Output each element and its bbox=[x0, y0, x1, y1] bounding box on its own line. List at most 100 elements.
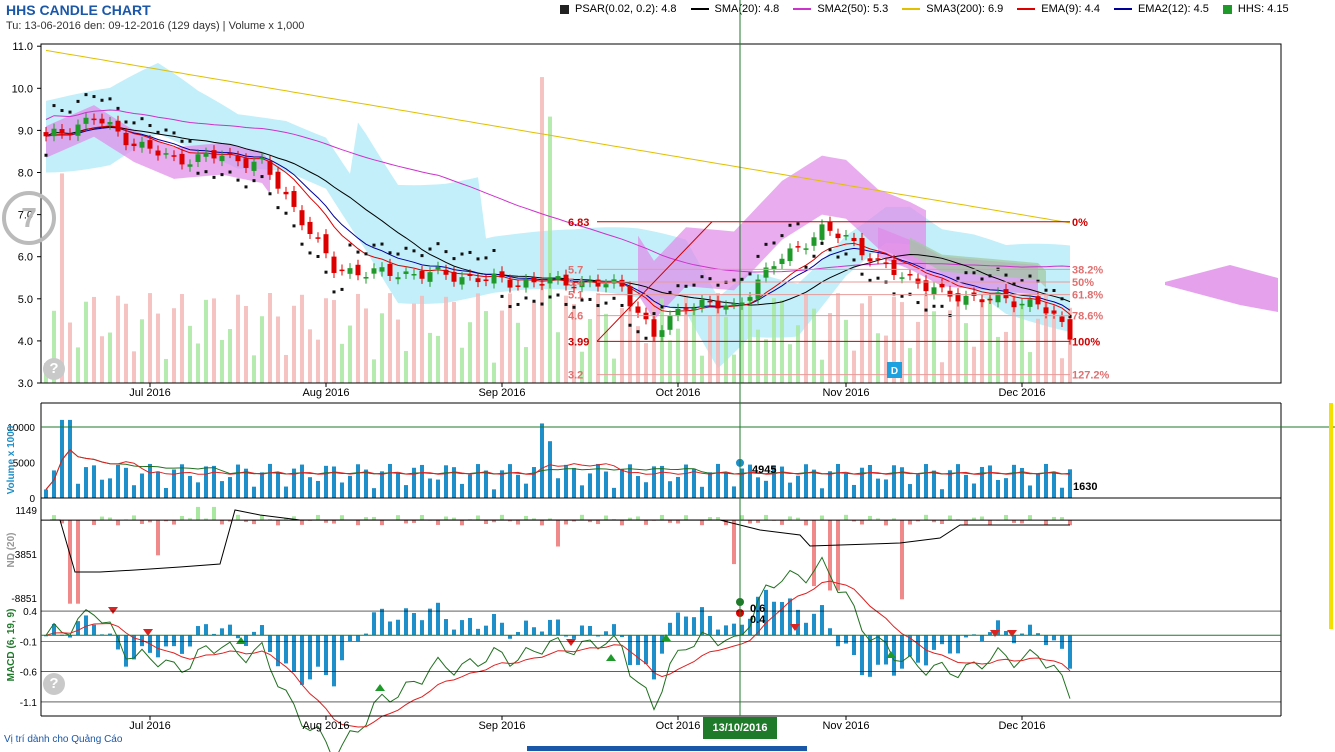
candle-body bbox=[355, 264, 361, 276]
psar-dot bbox=[796, 222, 800, 226]
psar-dot bbox=[804, 265, 808, 269]
macd-histogram-bar bbox=[724, 625, 728, 636]
candle-body bbox=[187, 164, 193, 167]
psar-dot bbox=[140, 117, 144, 121]
candle-body bbox=[843, 235, 849, 237]
volume-bar bbox=[492, 489, 496, 498]
month-label: Oct 2016 bbox=[656, 387, 701, 399]
candle-body bbox=[467, 274, 473, 276]
candle-body bbox=[619, 279, 625, 287]
volume-bar-bg bbox=[556, 332, 560, 383]
candle-body bbox=[291, 191, 297, 207]
psar-dot bbox=[316, 254, 320, 258]
macd-histogram-bar bbox=[572, 635, 576, 639]
psar-dot bbox=[588, 297, 592, 301]
candle-body bbox=[59, 129, 65, 134]
macd-histogram-bar bbox=[380, 608, 384, 636]
volume-bar-bg bbox=[156, 313, 160, 383]
candle-body bbox=[811, 237, 817, 246]
macd-tick-label: -0.6 bbox=[20, 668, 38, 679]
volume-bar bbox=[156, 471, 160, 498]
volume-bar bbox=[876, 478, 880, 498]
candle-body bbox=[795, 246, 801, 248]
candle-body bbox=[731, 303, 737, 305]
psar-dot bbox=[372, 243, 376, 247]
volume-bar bbox=[404, 485, 408, 498]
nd-bar bbox=[924, 514, 928, 521]
psar-dot bbox=[348, 243, 352, 247]
psar-dot bbox=[812, 254, 816, 258]
fib-price-label: 6.83 bbox=[568, 217, 589, 229]
volume-bar-bg bbox=[772, 298, 776, 383]
volume-bar bbox=[724, 472, 728, 498]
volume-bar bbox=[964, 474, 968, 498]
psar-dot bbox=[620, 303, 624, 307]
volume-bar-bg bbox=[820, 359, 824, 383]
candle-body bbox=[683, 308, 689, 310]
volume-bar bbox=[188, 475, 192, 498]
right-scroll-strip[interactable] bbox=[1329, 403, 1333, 629]
nd-bar bbox=[260, 515, 264, 521]
volume-bar-bg bbox=[196, 343, 200, 383]
volume-bar bbox=[300, 464, 304, 498]
candle-body bbox=[1019, 303, 1025, 306]
macd-histogram-bar bbox=[268, 635, 272, 653]
candle-body bbox=[43, 132, 49, 137]
help-icon[interactable]: ? bbox=[43, 673, 65, 695]
psar-dot bbox=[900, 294, 904, 298]
help-icon[interactable]: ? bbox=[43, 358, 65, 380]
volume-bar bbox=[124, 467, 128, 498]
nd-bar bbox=[1044, 520, 1048, 526]
candle-body bbox=[499, 271, 505, 278]
volume-bar bbox=[476, 464, 480, 498]
candle-body bbox=[307, 221, 313, 234]
nd-bar bbox=[564, 520, 568, 525]
macd-histogram-bar bbox=[668, 622, 672, 636]
psar-dot bbox=[972, 271, 976, 275]
macd-histogram-bar bbox=[132, 635, 136, 660]
candle-body bbox=[379, 267, 385, 272]
volume-bar bbox=[668, 481, 672, 498]
nd-bar bbox=[516, 520, 520, 525]
nd-bar bbox=[1004, 514, 1008, 521]
volume-bar-bg bbox=[836, 293, 840, 383]
volume-bar-bg bbox=[364, 308, 368, 383]
volume-bar-bg bbox=[828, 313, 832, 383]
candle-body bbox=[211, 150, 217, 159]
nd-bar bbox=[396, 515, 400, 521]
volume-bar bbox=[836, 463, 840, 498]
volume-bar-bg bbox=[476, 293, 480, 383]
psar-dot bbox=[956, 276, 960, 280]
psar-dot bbox=[476, 257, 480, 261]
volume-bar-bg bbox=[228, 329, 232, 383]
macd-histogram-bar bbox=[1068, 635, 1072, 669]
volume-bar-bg bbox=[924, 293, 928, 383]
horizontal-scrollbar[interactable] bbox=[527, 746, 807, 751]
psar-dot bbox=[460, 252, 464, 256]
volume-bar bbox=[532, 467, 536, 498]
volume-bar-bg bbox=[708, 315, 712, 383]
candle-body bbox=[1011, 301, 1017, 308]
macd-histogram-bar bbox=[548, 619, 552, 636]
volume-bar-bg bbox=[932, 311, 936, 383]
volume-bar-bg bbox=[404, 350, 408, 383]
candle-body bbox=[819, 224, 825, 240]
macd-histogram-bar bbox=[852, 635, 856, 655]
volume-bar-bg bbox=[612, 358, 616, 383]
volume-bar bbox=[684, 464, 688, 498]
volume-bar bbox=[252, 486, 256, 498]
volume-bar-bg bbox=[940, 362, 944, 383]
candle-body bbox=[699, 299, 705, 308]
chart-area[interactable]: 0% 6.83 38.2% 5.7 50% 5.4 61.8% 5.1 78.6% 4.6 100%… bbox=[0, 0, 1335, 752]
volume-bar bbox=[140, 473, 144, 498]
psar-dot bbox=[716, 283, 720, 287]
volume-bar-bg bbox=[284, 354, 288, 383]
zoom-reset-icon[interactable]: 7 bbox=[2, 191, 56, 245]
psar-dot bbox=[452, 257, 456, 261]
volume-bar-bg bbox=[988, 297, 992, 383]
volume-bar-bg bbox=[500, 310, 504, 383]
psar-dot bbox=[628, 323, 632, 327]
volume-bar-bg bbox=[244, 306, 248, 383]
psar-dot bbox=[540, 302, 544, 306]
signal-triangle bbox=[566, 639, 576, 646]
